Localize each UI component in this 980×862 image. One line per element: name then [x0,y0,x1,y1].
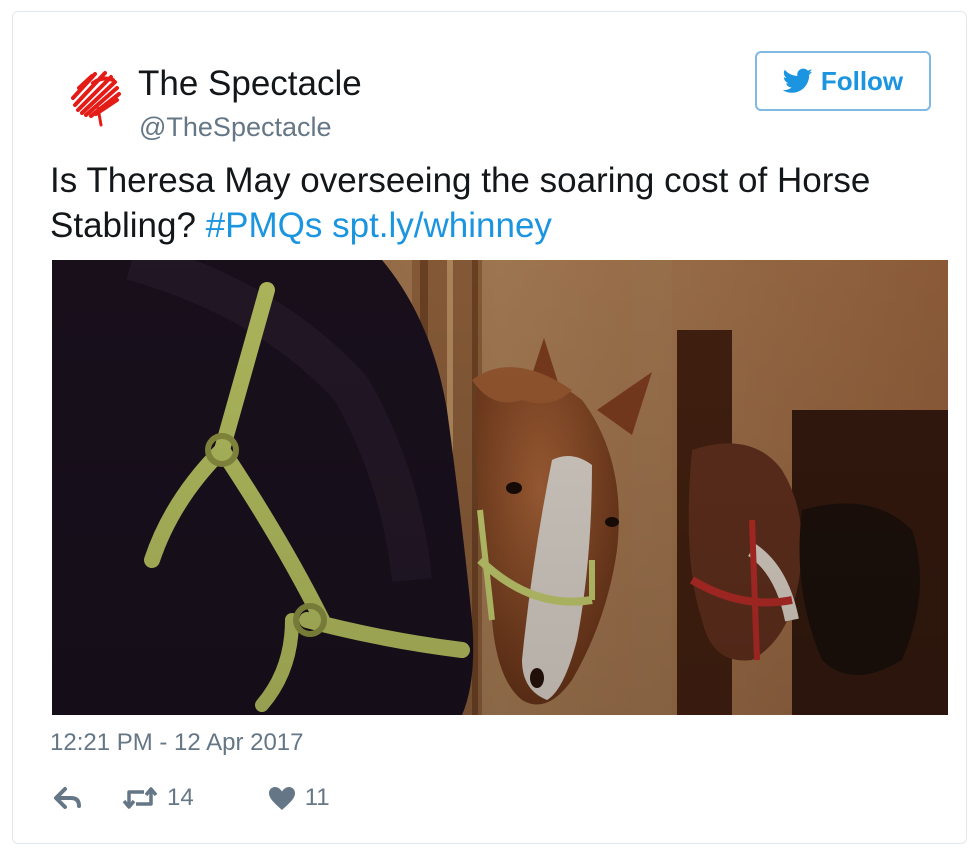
heart-icon [268,786,295,810]
hashtag-link[interactable]: #PMQs [206,206,323,245]
tweet-actions: 14 11 [53,780,330,816]
tweet-text: Is Theresa May overseeing the soaring co… [50,158,965,248]
reply-button[interactable] [53,786,83,810]
avatar[interactable] [65,58,135,128]
author-handle[interactable]: @TheSpectacle [139,111,332,143]
url-link[interactable]: spt.ly/whinney [332,206,552,245]
author-display-name[interactable]: The Spectacle [138,64,362,104]
red-scribble-logo-icon [71,71,121,127]
retweet-button[interactable]: 14 [122,784,194,812]
like-button[interactable]: 11 [268,784,330,812]
reply-icon [54,787,81,809]
tweet-timestamp[interactable]: 12:21 PM - 12 Apr 2017 [50,728,304,758]
retweet-count: 14 [167,784,194,811]
follow-button[interactable]: Follow [755,51,931,111]
retweet-icon [122,787,158,809]
follow-button-label: Follow [820,65,904,96]
twitter-bird-icon [782,68,813,93]
horses-in-stable-image [52,260,948,715]
tweet-photo[interactable] [52,260,948,715]
like-count: 11 [304,784,330,811]
tweet-card: The Spectacle @TheSpectacle Follow Is Th… [12,11,967,844]
